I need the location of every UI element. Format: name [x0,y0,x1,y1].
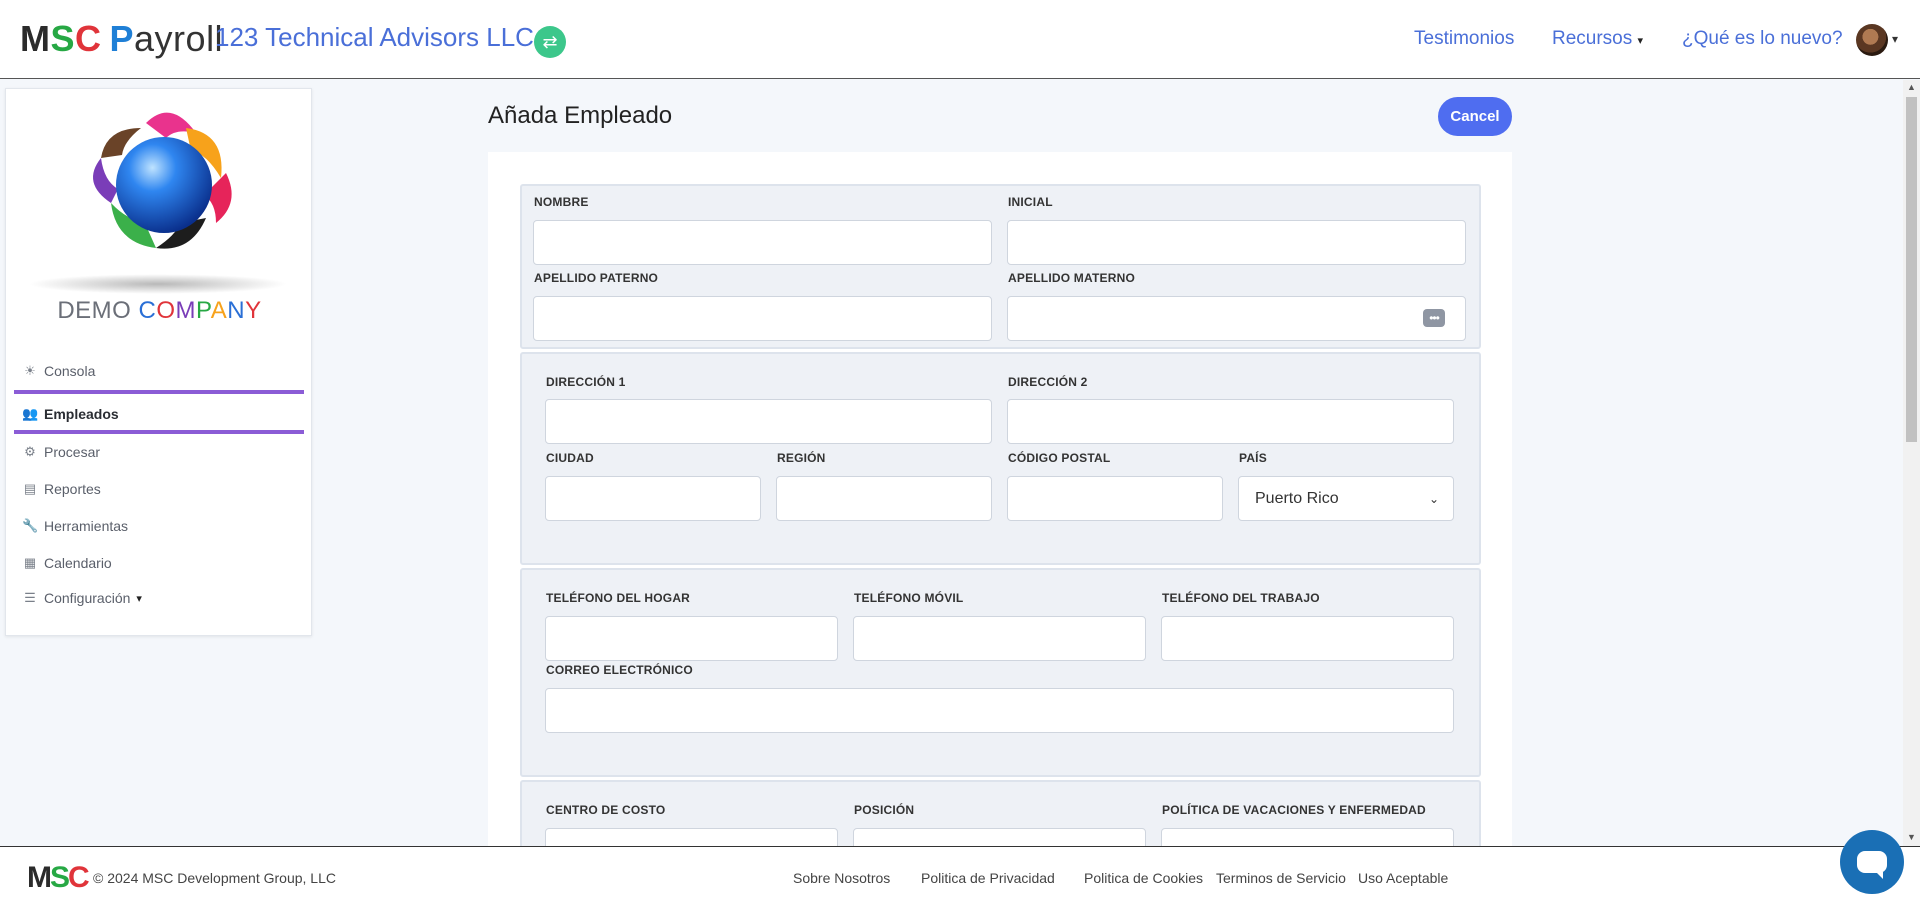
chat-bubble-icon [1857,851,1887,879]
scrollbar-thumb[interactable] [1906,97,1917,442]
footer-link-sobre-nosotros[interactable]: Sobre Nosotros [793,870,890,886]
msc-footer-logo: MSC [27,861,90,894]
users-icon: 👥 [22,406,39,421]
chevron-down-icon: ▾ [1637,35,1644,47]
chevron-down-icon: ⌄ [1428,491,1439,506]
msc-payroll-logo[interactable]: M S C Payroll [20,18,223,60]
nombre-input[interactable] [533,220,992,265]
tel-trabajo-input[interactable] [1161,616,1454,661]
tel-movil-input[interactable] [853,616,1146,661]
footer-link-terminos[interactable]: Terminos de Servicio [1216,870,1346,886]
demo-company-logo-text: DEMO COMPANY [57,297,262,324]
logo-letter-p: P [109,18,135,59]
label-region: REGIÓN [777,451,826,465]
apellido-paterno-input[interactable] [533,296,992,341]
label-politica: POLÍTICA DE VACACIONES Y ENFERMEDAD [1162,803,1426,817]
logo-letter-c: C [75,18,102,59]
label-direccion2: DIRECCIÓN 2 [1008,375,1088,389]
inicial-input[interactable] [1007,220,1466,265]
label-codigo-postal: CÓDIGO POSTAL [1008,451,1111,465]
apellido-materno-input[interactable] [1007,296,1466,341]
region-input[interactable] [776,476,992,521]
wrench-icon: 🔧 [22,518,39,533]
label-correo: CORREO ELECTRÓNICO [546,663,693,677]
footer-link-privacidad[interactable]: Politica de Privacidad [921,870,1055,886]
page-title: Añada Empleado [488,102,673,129]
sidebar-item-configuracion[interactable]: ☰ Configuración ▾ [22,590,142,606]
chat-widget-button[interactable] [1840,830,1904,894]
sidebar-item-procesar[interactable]: ⚙ Procesar [22,444,100,460]
sidebar-item-calendario[interactable]: ▦ Calendario [22,555,112,571]
password-manager-icon[interactable]: ••• [1423,309,1445,327]
printer-icon: ▤ [23,481,37,496]
logo-letter-s: S [50,18,76,59]
sidebar-active-indicator: 👥 Empleados [14,390,304,434]
sliders-icon: ☰ [24,590,36,605]
label-tel-hogar: TELÉFONO DEL HOGAR [546,591,691,605]
copyright-text: © 2024 MSC Development Group, LLC [93,870,336,886]
codigo-postal-input[interactable] [1007,476,1223,521]
nav-testimonios[interactable]: Testimonios [1414,28,1514,50]
sidebar-item-empleados[interactable]: 👥 Empleados [22,406,119,422]
footer-link-uso-aceptable[interactable]: Uso Aceptable [1358,870,1448,886]
scroll-up-arrow-icon[interactable]: ▲ [1903,82,1920,92]
label-centro-costo: CENTRO DE COSTO [546,803,666,817]
company-logo-graphic [76,103,246,263]
correo-input[interactable] [545,688,1454,733]
nav-recursos-label: Recursos [1552,28,1633,49]
footer-link-cookies[interactable]: Politica de Cookies [1084,870,1203,886]
pais-select[interactable]: Puerto Rico ⌄ [1238,476,1454,521]
logo-letter-m: M [20,18,51,59]
label-apellido-materno: APELLIDO MATERNO [1008,271,1135,285]
sidebar-item-consola[interactable]: ☀ Consola [22,363,95,379]
label-pais: PAÍS [1239,451,1267,465]
footer: MSC © 2024 MSC Development Group, LLC So… [0,846,1920,911]
logo-shadow [28,274,288,294]
pais-selected-value: Puerto Rico [1255,489,1339,507]
logo-rest: ayroll [134,18,224,59]
top-bar: M S C Payroll 123 Technical Advisors LLC ⇄ … [0,0,1920,79]
label-posicion: POSICIÓN [854,803,915,817]
calendar-icon: ▦ [23,555,37,570]
sidebar-item-reportes[interactable]: ▤ Reportes [22,481,101,497]
nav-recursos[interactable]: Recursos ▾ [1552,28,1643,50]
scroll-down-arrow-icon[interactable]: ▼ [1903,832,1920,842]
label-tel-trabajo: TELÉFONO DEL TRABAJO [1162,591,1320,605]
cancel-button[interactable]: Cancel [1438,97,1512,136]
sidebar-item-herramientas[interactable]: 🔧 Herramientas [22,518,128,534]
direccion2-input[interactable] [1007,399,1454,444]
avatar[interactable] [1856,24,1888,56]
chevron-down-icon: ▾ [136,592,142,605]
label-apellido-paterno: APELLIDO PATERNO [534,271,659,285]
company-name: 123 Technical Advisors LLC [215,22,534,52]
ciudad-input[interactable] [545,476,761,521]
chevron-down-icon[interactable]: ▾ [1892,32,1898,46]
label-direccion1: DIRECCIÓN 1 [546,375,626,389]
label-nombre: NOMBRE [534,195,589,209]
swap-arrows-icon: ⇄ [542,31,558,52]
dashboard-icon: ☀ [24,363,36,378]
switch-company-button[interactable]: ⇄ [534,26,566,58]
nav-que-es-lo-nuevo[interactable]: ¿Qué es lo nuevo? [1682,28,1843,50]
label-tel-movil: TELÉFONO MÓVIL [854,591,964,605]
tel-hogar-input[interactable] [545,616,838,661]
label-inicial: INICIAL [1008,195,1053,209]
direccion1-input[interactable] [545,399,992,444]
label-ciudad: CIUDAD [546,451,594,465]
address-section [520,352,1481,565]
sidebar: DEMO COMPANY ☀ Consola 👥 Empleados ⚙ Pro… [5,88,312,636]
gears-icon: ⚙ [24,444,36,459]
